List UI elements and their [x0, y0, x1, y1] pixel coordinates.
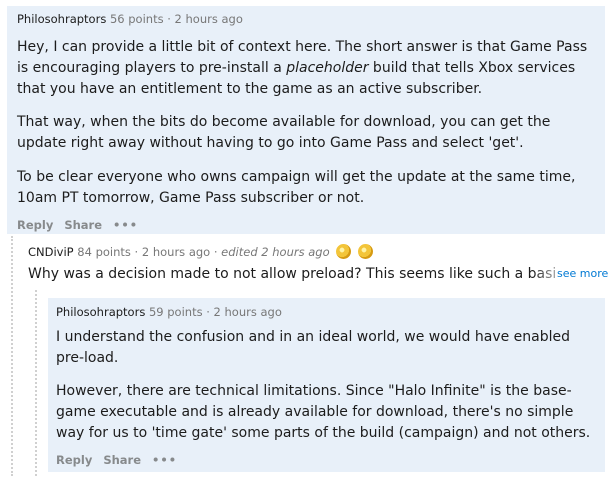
meta-separator: ·	[213, 245, 218, 259]
meta-separator: ·	[167, 12, 171, 26]
comment-author[interactable]: Philosohraptors	[17, 12, 106, 26]
meta-separator: ·	[206, 305, 210, 319]
comment-reply: CNDiviP 84 points · 2 hours ago · edited…	[28, 244, 609, 284]
comment-paragraph: I understand the confusion and in an ide…	[56, 329, 571, 366]
comment-points: 59 points	[148, 305, 203, 319]
gold-award-icon[interactable]	[336, 244, 352, 259]
reply-button[interactable]: Reply	[56, 453, 92, 467]
comment-text-collapsed: Why was a decision made to not allow pre…	[28, 264, 609, 284]
comment-paragraph: However, there are technical limitations…	[56, 383, 591, 441]
comment-actions: Reply Share •••	[56, 453, 596, 467]
comment-meta: CNDiviP 84 points · 2 hours ago · edited…	[28, 244, 608, 260]
comment-author[interactable]: CNDiviP	[28, 245, 74, 259]
meta-separator: ·	[134, 245, 139, 259]
comment-paragraph: Hey, I can provide a little bit of conte…	[17, 37, 597, 100]
silver-award-icon[interactable]	[357, 244, 373, 259]
comment-text: Why was a decision made to not allow pre…	[28, 266, 564, 282]
comment-paragraph: To be clear everyone who owns campaign w…	[17, 169, 576, 206]
comment-points: 56 points	[109, 12, 164, 26]
more-options-icon[interactable]: •••	[113, 218, 138, 232]
share-button[interactable]: Share	[103, 453, 141, 467]
comment-time: 2 hours ago	[141, 245, 211, 259]
comment-points: 84 points	[77, 245, 131, 259]
comment-meta: Philosohraptors 56 points · 2 hours ago	[17, 11, 597, 27]
thread-line[interactable]	[11, 236, 14, 476]
thread-line[interactable]	[35, 290, 38, 476]
comment-paragraph: That way, when the bits do become availa…	[17, 114, 551, 151]
more-options-icon[interactable]: •••	[152, 453, 177, 467]
comment-op-reply-highlighted: Philosohraptors 59 points · 2 hours ago …	[48, 298, 605, 472]
comment-op-highlighted: Philosohraptors 56 points · 2 hours ago …	[7, 6, 605, 234]
comment-author[interactable]: Philosohraptors	[56, 305, 145, 319]
reply-button[interactable]: Reply	[17, 218, 53, 232]
edited-label: edited 2 hours ago	[221, 245, 330, 259]
share-button[interactable]: Share	[64, 218, 102, 232]
comment-time: 2 hours ago	[213, 305, 282, 319]
comment-time: 2 hours ago	[174, 12, 243, 26]
see-more-link[interactable]: see more	[555, 264, 609, 284]
comment-actions: Reply Share •••	[17, 218, 597, 232]
emphasis-text: placeholder	[286, 60, 369, 76]
comment-meta: Philosohraptors 59 points · 2 hours ago	[56, 304, 596, 320]
